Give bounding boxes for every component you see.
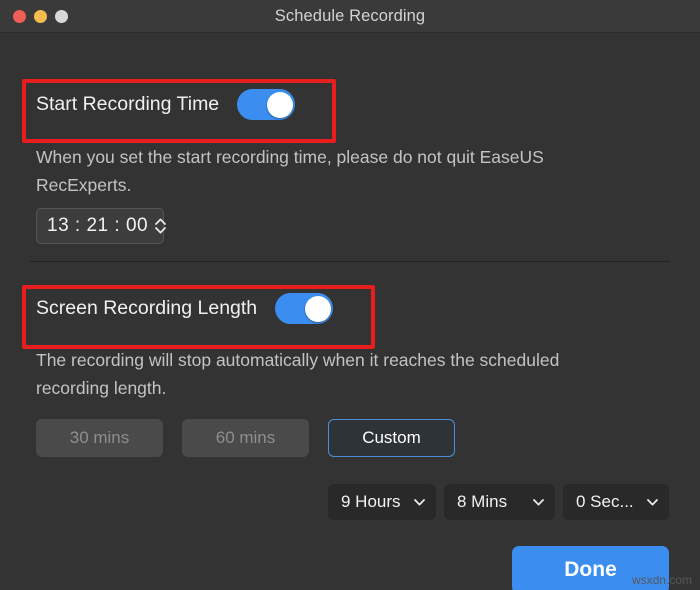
screen-recording-length-toggle[interactable]: [275, 293, 334, 324]
preset-60-mins-button[interactable]: 60 mins: [182, 419, 309, 457]
chevron-down-icon: [647, 498, 658, 505]
close-window-button[interactable]: [13, 9, 26, 23]
duration-seconds-value: 0 Sec...: [576, 492, 634, 511]
start-recording-time-row: Start Recording Time: [36, 89, 296, 120]
duration-minutes-select[interactable]: 8 Mins: [444, 484, 555, 520]
start-recording-time-label: Start Recording Time: [36, 93, 220, 115]
start-time-input[interactable]: 13 : 21 : 00: [36, 208, 166, 244]
preset-30-mins-button[interactable]: 30 mins: [36, 419, 163, 457]
screen-recording-length-row: Screen Recording Length: [36, 293, 334, 324]
duration-hours-value: 9 Hours: [341, 492, 401, 511]
window-titlebar: Schedule Recording: [0, 0, 700, 33]
preset-custom-button[interactable]: Custom: [328, 419, 455, 457]
section-divider: [30, 261, 670, 262]
duration-hours-select[interactable]: 9 Hours: [328, 484, 436, 520]
duration-seconds-select[interactable]: 0 Sec...: [563, 484, 669, 520]
duration-minutes-value: 8 Mins: [457, 492, 508, 511]
dialog-body: Start Recording Time When you set the st…: [0, 33, 700, 590]
chevron-down-icon[interactable]: [155, 227, 166, 234]
start-recording-helper-text: When you set the start recording time, p…: [36, 147, 544, 195]
maximize-window-button[interactable]: [55, 9, 68, 23]
toggle-knob: [266, 91, 293, 118]
chevron-down-icon: [533, 498, 544, 505]
window-title: Schedule Recording: [274, 6, 426, 25]
start-recording-time-toggle[interactable]: [237, 89, 296, 120]
chevron-up-icon[interactable]: [155, 218, 166, 225]
chevron-down-icon: [414, 498, 425, 505]
schedule-recording-window: Schedule Recording Start Recording Time …: [0, 0, 700, 590]
start-time-value: 13 : 21 : 00: [47, 215, 149, 236]
watermark: wsxdn.com: [631, 573, 692, 587]
screen-recording-length-helper-text: The recording will stop automatically wh…: [36, 350, 560, 398]
window-controls: [0, 9, 68, 23]
screen-recording-length-label: Screen Recording Length: [36, 297, 258, 319]
toggle-knob: [304, 295, 331, 322]
start-time-stepper[interactable]: [155, 218, 166, 234]
minimize-window-button[interactable]: [34, 9, 47, 23]
